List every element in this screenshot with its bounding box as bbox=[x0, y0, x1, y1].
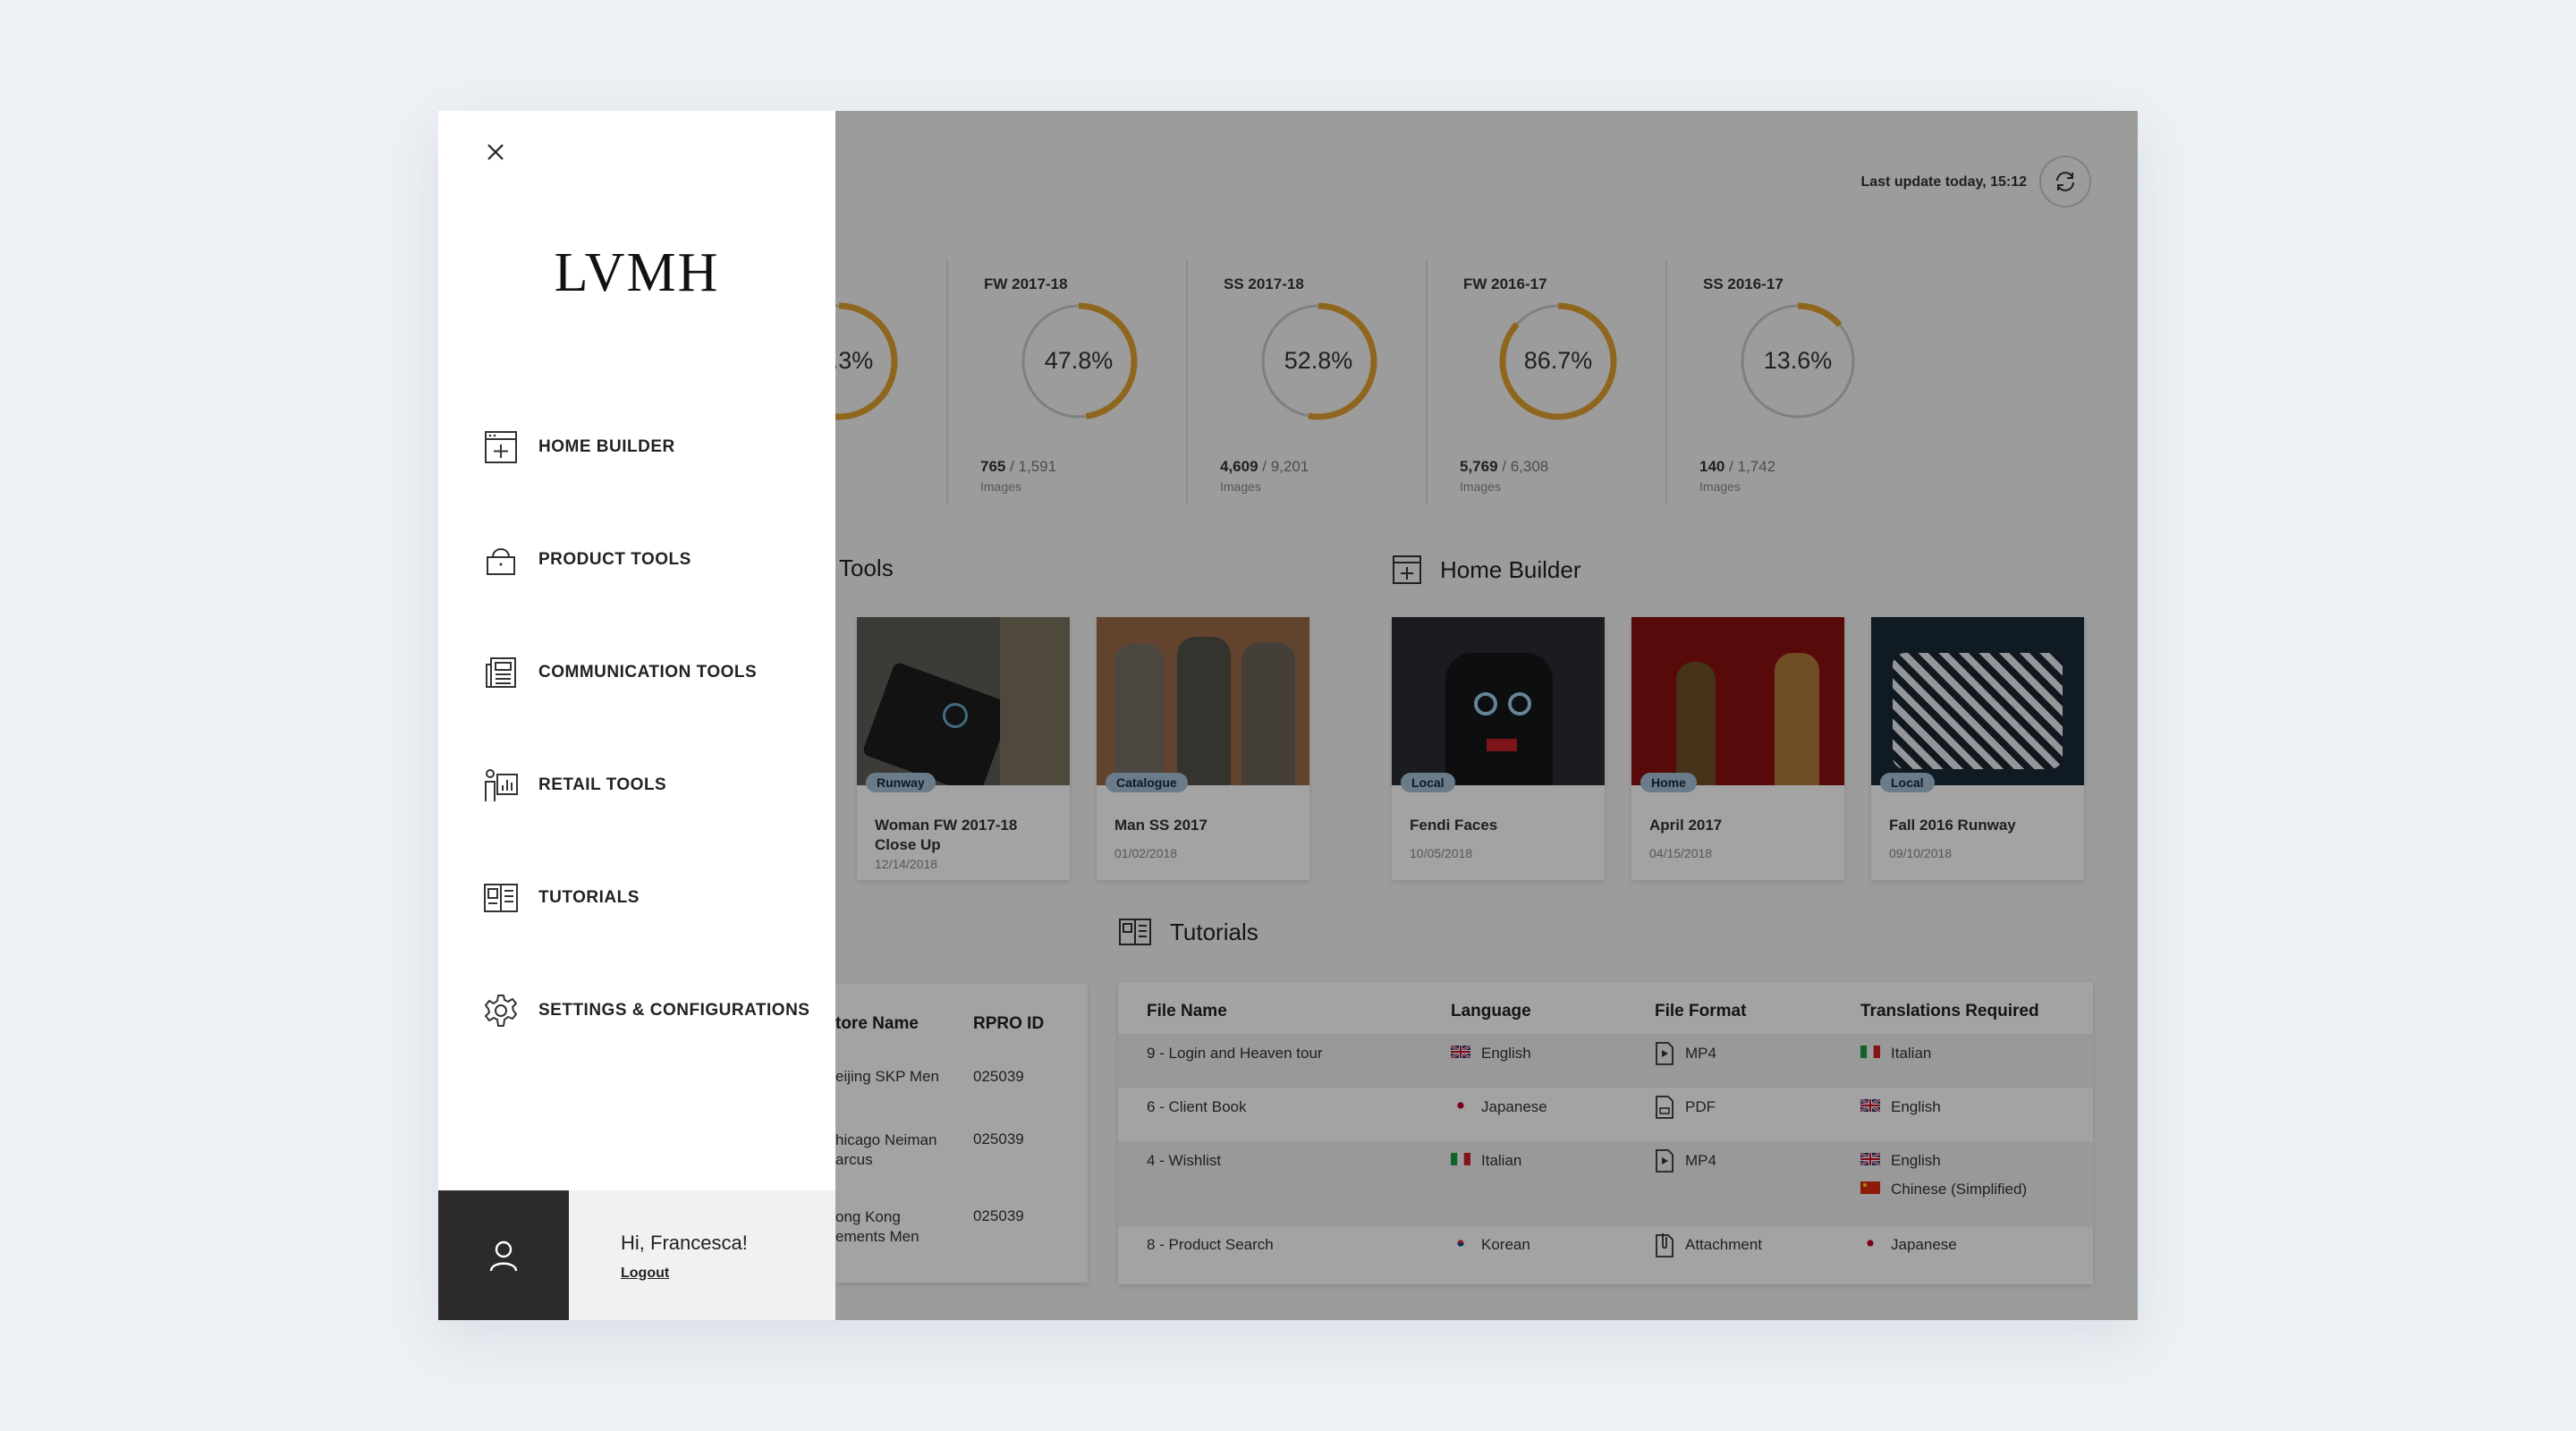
gear-icon bbox=[483, 993, 519, 1029]
user-icon bbox=[489, 1240, 518, 1271]
app-window: Last update today, 15:12 eport SS 2018-1… bbox=[438, 111, 2138, 1320]
sidebar-item-label: RETAIL TOOLS bbox=[538, 775, 667, 794]
sidebar-item-communication-tools[interactable]: COMMUNICATION TOOLS bbox=[483, 646, 823, 699]
user-greeting: Hi, Francesca! bbox=[621, 1232, 748, 1254]
sidebar-item-retail-tools[interactable]: RETAIL TOOLS bbox=[483, 758, 823, 812]
newspaper-icon bbox=[483, 655, 519, 690]
close-icon bbox=[487, 144, 504, 160]
close-button[interactable] bbox=[481, 138, 510, 166]
lvmh-logo: LVMH bbox=[554, 242, 720, 303]
sidebar-item-settings[interactable]: SETTINGS & CONFIGURATIONS bbox=[483, 984, 823, 1037]
sidebar-drawer: LVMH HOME BUILDER PRODUCT TOOLS COMMUNIC… bbox=[438, 111, 835, 1320]
sidebar-item-label: SETTINGS & CONFIGURATIONS bbox=[538, 1001, 810, 1020]
avatar[interactable] bbox=[438, 1190, 569, 1320]
book-icon bbox=[483, 880, 519, 916]
sidebar-item-product-tools[interactable]: PRODUCT TOOLS bbox=[483, 533, 823, 587]
sidebar-item-label: PRODUCT TOOLS bbox=[538, 550, 691, 569]
home-builder-icon bbox=[483, 429, 519, 465]
sidebar-item-label: TUTORIALS bbox=[538, 888, 640, 907]
shopping-bag-icon bbox=[483, 542, 519, 578]
sidebar-item-tutorials[interactable]: TUTORIALS bbox=[483, 871, 823, 925]
sidebar-item-home-builder[interactable]: HOME BUILDER bbox=[483, 420, 823, 474]
user-bar: Hi, Francesca! Logout bbox=[438, 1190, 835, 1320]
logout-link[interactable]: Logout bbox=[621, 1266, 669, 1282]
sidebar-item-label: COMMUNICATION TOOLS bbox=[538, 663, 758, 682]
dim-overlay[interactable] bbox=[835, 111, 2138, 1320]
sidebar-item-label: HOME BUILDER bbox=[538, 437, 675, 456]
retail-chart-icon bbox=[483, 767, 519, 803]
